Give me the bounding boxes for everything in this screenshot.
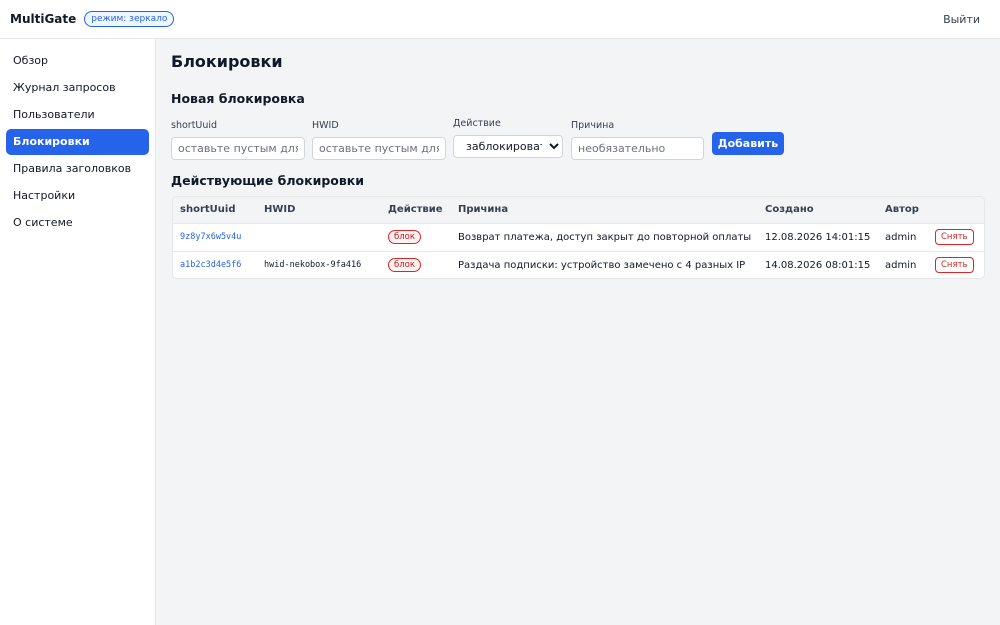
action-badge: блок (388, 230, 422, 244)
remove-block-button[interactable]: Снять (935, 257, 974, 274)
sidebar-item-about[interactable]: О системе (6, 210, 149, 236)
row-short-uuid-link[interactable]: a1b2c3d4e5f6 (173, 251, 257, 278)
row-remove-cell: Снять (928, 251, 984, 278)
table-row: 9z8y7x6w5v4u блок Возврат платежа, досту… (173, 223, 984, 252)
column-header-short-uuid: shortUuid (173, 197, 257, 224)
row-author: admin (878, 223, 928, 252)
row-hwid: hwid-nekobox-9fa416 (264, 260, 362, 271)
new-block-title: Новая блокировка (171, 91, 305, 106)
brand-logo-text: MultiGate (10, 12, 77, 26)
sidebar-item-header-rules[interactable]: Правила заголовков (6, 156, 149, 182)
sidebar-item-users[interactable]: Пользователи (6, 102, 149, 128)
column-header-author: Автор (878, 197, 928, 224)
column-header-actions (928, 197, 984, 224)
sidebar-item-blocks[interactable]: Блокировки (6, 129, 149, 155)
hwid-input[interactable] (312, 137, 446, 160)
table-header-row: shortUuid HWID Действие Причина Создано … (173, 197, 984, 224)
row-hwid (257, 223, 381, 252)
row-short-uuid-link[interactable]: 9z8y7x6w5v4u (173, 223, 257, 252)
reason-field-group: Причина (571, 118, 704, 160)
main-content: Блокировки Новая блокировка shortUuid HW… (156, 39, 1000, 625)
active-blocks-title: Действующие блокировки (171, 173, 365, 188)
row-created: 14.08.2026 08:01:15 (765, 259, 871, 271)
sidebar-item-settings[interactable]: Настройки (6, 183, 149, 209)
column-header-created: Создано (758, 197, 878, 224)
logout-link[interactable]: Выйти (943, 13, 980, 26)
add-block-button[interactable]: Добавить (712, 132, 784, 155)
hwid-label: HWID (312, 120, 339, 131)
top-bar: MultiGate режим: зеркало Выйти (0, 0, 1000, 39)
table-row: a1b2c3d4e5f6 hwid-nekobox-9fa416 блок Ра… (173, 251, 984, 278)
row-reason: Возврат платежа, доступ закрыт до повтор… (451, 223, 758, 252)
action-label: Действие (453, 118, 501, 129)
action-field-group: Действие заблокировать (453, 118, 563, 158)
column-header-reason: Причина (451, 197, 758, 224)
sidebar-item-request-log[interactable]: Журнал запросов (6, 75, 149, 101)
reason-label: Причина (571, 120, 615, 131)
column-header-hwid: HWID (257, 197, 381, 224)
hwid-field-group: HWID (312, 118, 446, 160)
active-blocks-table: shortUuid HWID Действие Причина Создано … (172, 196, 985, 279)
column-header-action: Действие (381, 197, 451, 224)
row-action-cell: блок (381, 223, 451, 252)
sidebar-item-overview[interactable]: Обзор (6, 48, 149, 74)
row-reason: Раздача подписки: устройство замечено с … (458, 259, 746, 271)
reason-input[interactable] (571, 137, 704, 160)
remove-block-button[interactable]: Снять (935, 229, 974, 245)
short-uuid-field-group: shortUuid (171, 118, 305, 160)
page-title: Блокировки (171, 52, 283, 71)
row-action-cell: блок (381, 251, 451, 278)
short-uuid-label: shortUuid (171, 120, 218, 131)
sidebar: Обзор Журнал запросов Пользователи Блоки… (0, 39, 156, 625)
row-author: admin (885, 259, 917, 271)
row-created: 12.08.2026 14:01:15 (758, 223, 878, 252)
mode-badge: режим: зеркало (84, 11, 175, 27)
row-remove-cell: Снять (928, 223, 984, 252)
action-badge: блок (388, 258, 422, 273)
action-select[interactable]: заблокировать (453, 135, 563, 158)
short-uuid-input[interactable] (171, 137, 305, 160)
